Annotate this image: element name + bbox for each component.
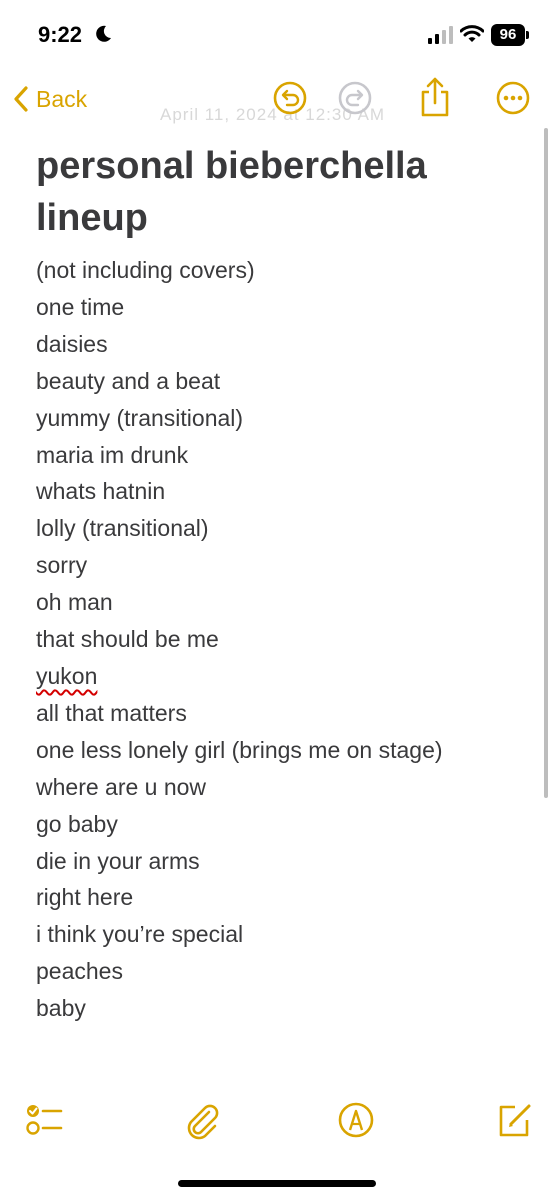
more-icon[interactable]	[495, 80, 531, 116]
note-line-text: whats hatnin	[36, 478, 166, 505]
compose-icon[interactable]	[495, 1100, 535, 1140]
note-line-text: one less lonely girl (brings me on stage…	[36, 736, 443, 763]
status-time: 9:22	[38, 22, 83, 47]
bottom-toolbar	[0, 1090, 554, 1150]
note-line-text: all that matters	[36, 699, 187, 726]
note-line-text: sorry	[36, 552, 88, 579]
note-line-text: go baby	[36, 810, 118, 837]
home-indicator[interactable]	[178, 1180, 376, 1187]
note-line-text: one time	[36, 293, 125, 320]
cellular-signal-icon	[428, 26, 453, 44]
note-body[interactable]: personal bieberchella lineup (not includ…	[36, 140, 536, 1027]
undo-icon[interactable]	[272, 80, 308, 116]
redo-icon[interactable]	[337, 80, 373, 116]
note-line: baby	[36, 990, 536, 1027]
battery-nub	[526, 31, 529, 39]
note-line: maria im drunk	[36, 437, 536, 474]
note-line: sorry	[36, 547, 536, 584]
back-button[interactable]: Back	[12, 82, 87, 116]
note-line-text: that should be me	[36, 626, 219, 653]
note-line: die in your arms	[36, 843, 536, 880]
note-line-text: right here	[36, 884, 134, 911]
note-line-text: where are u now	[36, 773, 207, 800]
note-line: beauty and a beat	[36, 363, 536, 400]
note-line: oh man	[36, 584, 536, 621]
note-line-text: baby	[36, 995, 86, 1022]
note-line-text: beauty and a beat	[36, 367, 221, 394]
share-icon[interactable]	[416, 76, 454, 118]
note-line: right here	[36, 879, 536, 916]
scrollbar[interactable]	[544, 128, 548, 798]
note-line: go baby	[36, 806, 536, 843]
note-line: yummy (transitional)	[36, 400, 536, 437]
note-line: (not including covers)	[36, 252, 536, 289]
note-line-text: lolly (transitional)	[36, 515, 209, 542]
note-line: one time	[36, 289, 536, 326]
chevron-left-icon	[14, 86, 28, 112]
note-line-text: peaches	[36, 958, 123, 985]
moon-icon	[96, 25, 111, 42]
note-line: yukon	[36, 658, 536, 695]
note-line-text: (not including covers)	[36, 257, 255, 283]
note-lines: (not including covers) one time daisies bea…	[36, 252, 536, 1027]
battery-icon: 96	[491, 24, 525, 46]
nav-bar: Back April 11, 2024 at 12:30 AM	[0, 70, 554, 130]
note-line: one less lonely girl (brings me on stage…	[36, 732, 536, 769]
note-line-text: oh man	[36, 589, 113, 616]
paperclip-icon[interactable]	[182, 1100, 222, 1140]
note-line: all that matters	[36, 695, 536, 732]
note-line-text: die in your arms	[36, 847, 200, 874]
wifi-icon	[460, 25, 484, 42]
note-line: daisies	[36, 326, 536, 363]
note-line: whats hatnin	[36, 473, 536, 510]
note-line: i think you’re special	[36, 916, 536, 953]
checklist-icon[interactable]	[24, 1100, 64, 1140]
back-label: Back	[36, 85, 88, 112]
note-title: personal bieberchella lineup	[36, 140, 536, 244]
note-line-text: i think you’re special	[36, 921, 244, 948]
note-line: lolly (transitional)	[36, 510, 536, 547]
note-line-text: daisies	[36, 330, 108, 357]
note-title-line-2: lineup	[36, 197, 148, 239]
markup-pen-icon[interactable]	[336, 1100, 376, 1140]
misspelled-word: yukon	[36, 662, 98, 689]
status-bar: 9:22 96	[0, 0, 554, 70]
note-line: that should be me	[36, 621, 536, 658]
note-line-text: maria im drunk	[36, 441, 189, 468]
note-line-text: yummy (transitional)	[36, 404, 244, 431]
note-line: where are u now	[36, 769, 536, 806]
note-title-line-1: personal bieberchella	[36, 145, 427, 187]
note-line: peaches	[36, 953, 536, 990]
